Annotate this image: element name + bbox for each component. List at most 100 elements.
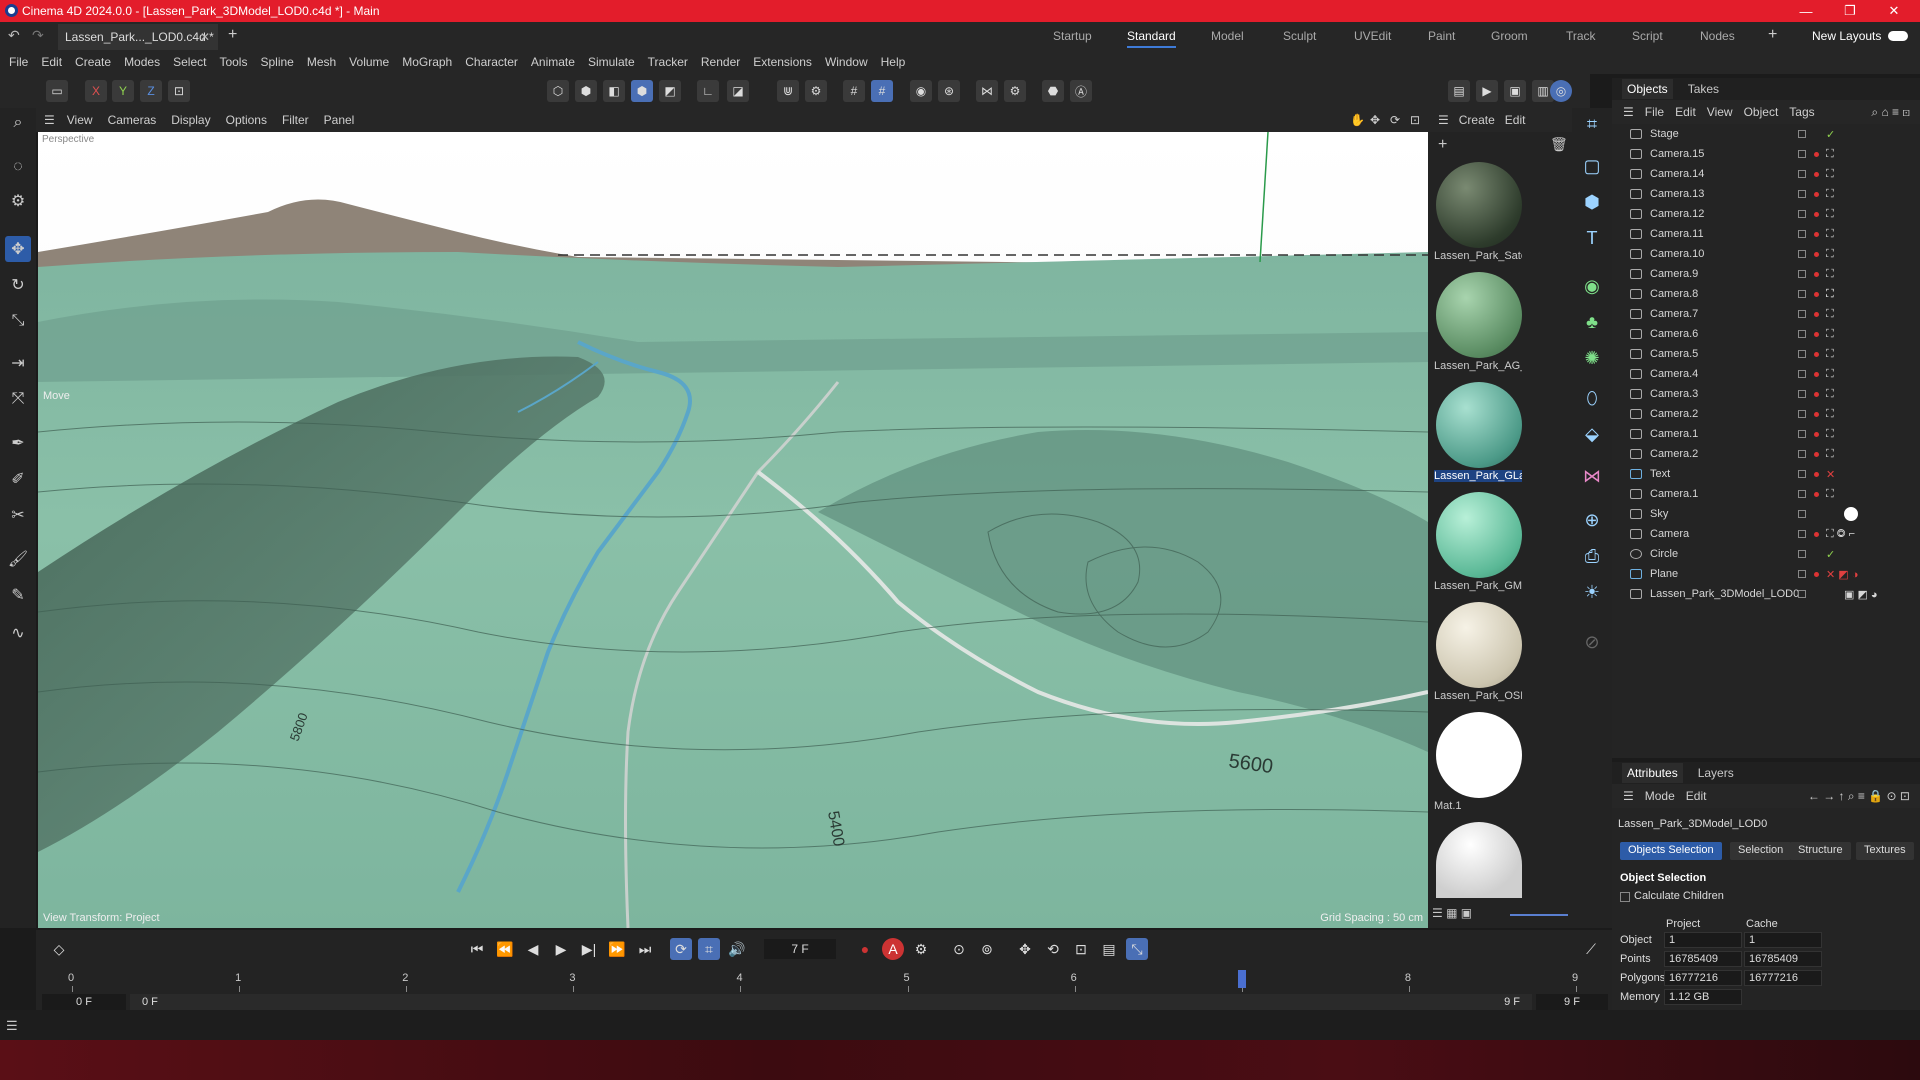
viewport-menu-icon[interactable]: ☰ <box>44 113 55 127</box>
timeline-curve-icon[interactable]: ⟋ <box>1580 938 1602 960</box>
lock-icon[interactable]: ⬣ <box>1042 80 1064 102</box>
move-tool-icon[interactable]: ✥ <box>5 236 31 262</box>
redo-icon[interactable]: ↷ <box>32 27 44 44</box>
check-icon[interactable]: ✓ <box>1826 128 1835 141</box>
maximize-button[interactable]: ❐ <box>1830 0 1870 22</box>
status-menu-icon[interactable]: ☰ <box>6 1018 18 1034</box>
object-row[interactable]: Circle ✓ <box>1612 544 1920 564</box>
pan-icon[interactable]: ✋ <box>1350 113 1365 127</box>
object-row[interactable]: Camera.10 ⛶ <box>1612 244 1920 264</box>
object-row[interactable]: Camera.14 ⛶ <box>1612 164 1920 184</box>
edges-mode-icon[interactable]: ⬢ <box>575 80 597 102</box>
layout-groom[interactable]: Groom <box>1491 29 1528 43</box>
menu-tools[interactable]: Tools <box>219 55 247 69</box>
object-row[interactable]: Plane ✕ ◩ ◑ <box>1612 564 1920 584</box>
axis-mode-icon[interactable]: ∟ <box>697 80 719 102</box>
menu-mograph[interactable]: MoGraph <box>402 55 452 69</box>
object-row[interactable]: Camera.6 ⛶ <box>1612 324 1920 344</box>
camera-tag-icon[interactable]: ⛶ <box>1826 488 1834 501</box>
object-row[interactable]: Sky <box>1612 504 1920 524</box>
close-button[interactable]: ✕ <box>1874 0 1914 22</box>
camera-tag-icon[interactable]: ⛶ <box>1826 348 1834 361</box>
render-settings-icon[interactable]: ⊛ <box>938 80 960 102</box>
layout-track[interactable]: Track <box>1566 29 1596 43</box>
z-axis-lock[interactable]: Z <box>140 80 162 102</box>
menu-modes[interactable]: Modes <box>124 55 160 69</box>
layout-model[interactable]: Model <box>1211 29 1244 43</box>
viewport-menu-options[interactable]: Options <box>226 113 267 127</box>
material-menu-create[interactable]: Create <box>1459 113 1495 127</box>
menu-create[interactable]: Create <box>75 55 111 69</box>
camera-tag-icon[interactable]: ⛶ <box>1826 248 1834 261</box>
tab-objects[interactable]: Objects <box>1622 79 1673 99</box>
calculate-children-checkbox[interactable] <box>1620 892 1630 902</box>
model-mode-icon[interactable]: ▭ <box>46 80 68 102</box>
object-row[interactable]: Camera.13 ⛶ <box>1612 184 1920 204</box>
object-menu-edit[interactable]: Edit <box>1675 105 1696 119</box>
playhead[interactable] <box>1237 970 1246 988</box>
sky-material-tag[interactable] <box>1844 507 1858 521</box>
spline-pen-icon[interactable]: ✒ <box>5 430 31 456</box>
live-selection-icon[interactable]: ◌ <box>5 154 31 180</box>
coordinate-system-icon[interactable]: ⊡ <box>168 80 190 102</box>
search-icon[interactable]: ⌕ <box>5 110 31 136</box>
layout-nodes[interactable]: Nodes <box>1700 29 1735 43</box>
spline-icon[interactable]: ⋈ <box>1578 462 1606 490</box>
x-axis-lock[interactable]: X <box>85 80 107 102</box>
camera-tag-icon[interactable]: ⛶ <box>1826 328 1834 341</box>
quantize-icon[interactable]: # <box>871 80 893 102</box>
menu-help[interactable]: Help <box>881 55 906 69</box>
viewport-menu-view[interactable]: View <box>67 113 93 127</box>
snap-icon[interactable]: ⋓ <box>777 80 799 102</box>
camera-tag-icon[interactable]: ⛶ <box>1826 268 1834 281</box>
layout-paint[interactable]: Paint <box>1428 29 1455 43</box>
maximize-view-icon[interactable]: ⊡ <box>1410 113 1420 127</box>
camera-tag-icon[interactable]: ⛶ <box>1826 308 1834 321</box>
cube-icon[interactable]: ▢ <box>1578 152 1606 180</box>
menu-character[interactable]: Character <box>465 55 518 69</box>
end-frame-field[interactable]: 9 F <box>1536 994 1608 1010</box>
preview-range-bar[interactable]: 0 F 9 F <box>130 994 1532 1010</box>
object-mode-icon[interactable]: ⬢ <box>631 80 653 102</box>
render-to-picture-viewer-icon[interactable]: ▣ <box>1504 80 1526 102</box>
camera-tag-icon[interactable]: ⛶ <box>1826 228 1834 241</box>
interactive-render-region-icon[interactable]: ◎ <box>1550 80 1572 102</box>
pen-tool-icon[interactable]: ✎ <box>5 582 31 608</box>
scene-camera-icon[interactable]: ⎙ <box>1578 542 1606 570</box>
viewport-solo-icon[interactable]: ◪ <box>727 80 749 102</box>
attribute-nav-icons[interactable]: ← → ↑ ⌕ ≡ 🔒 ⊙ ⊡ <box>1808 789 1910 804</box>
auto-key-icon[interactable]: Ⓐ <box>1070 80 1092 102</box>
undo-icon[interactable]: ↶ <box>8 27 20 44</box>
menu-render[interactable]: Render <box>701 55 740 69</box>
points-mode-icon[interactable]: ⬡ <box>547 80 569 102</box>
disabled-x-icon[interactable]: ✕ <box>1826 468 1835 481</box>
symmetry-icon[interactable]: ⋈ <box>976 80 998 102</box>
material-zoom-slider[interactable] <box>1510 914 1568 916</box>
material-item[interactable]: Lassen_Park_GMa <box>1434 492 1522 592</box>
object-row[interactable]: Stage ✓ <box>1612 124 1920 144</box>
texture-tags[interactable]: ▣ ◩ ◕ <box>1844 588 1878 601</box>
object-row[interactable]: Camera.9 ⛶ <box>1612 264 1920 284</box>
spline-smooth-icon[interactable]: ✐ <box>5 466 31 492</box>
layout-standard[interactable]: Standard <box>1127 29 1176 48</box>
y-axis-lock[interactable]: Y <box>112 80 134 102</box>
light-icon[interactable]: ☀ <box>1578 578 1606 606</box>
object-row[interactable]: Camera.7 ⛶ <box>1612 304 1920 324</box>
object-row[interactable]: Camera ⛶ ◎ ⌐ <box>1612 524 1920 544</box>
object-row[interactable]: Camera.2 ⛶ <box>1612 404 1920 424</box>
layout-uvedit[interactable]: UVEdit <box>1354 29 1391 43</box>
subtab-structure[interactable]: Structure <box>1790 842 1851 860</box>
layout-startup[interactable]: Startup <box>1053 29 1092 43</box>
viewport-menu-filter[interactable]: Filter <box>282 113 309 127</box>
close-tab-icon[interactable]: ✕ <box>200 30 210 44</box>
new-layouts-toggle[interactable] <box>1888 31 1908 41</box>
generator-icon[interactable]: ◉ <box>1578 272 1606 300</box>
object-row[interactable]: Camera.1 ⛶ <box>1612 424 1920 444</box>
symmetry-settings-icon[interactable]: ⚙ <box>1004 80 1026 102</box>
render-region-icon[interactable]: ▤ <box>1448 80 1470 102</box>
attribute-menu-mode[interactable]: Mode <box>1645 789 1675 803</box>
object-row[interactable]: Camera.12 ⛶ <box>1612 204 1920 224</box>
object-row[interactable]: Camera.8 ⛶ <box>1612 284 1920 304</box>
object-row[interactable]: Camera.4 ⛶ <box>1612 364 1920 384</box>
object-row[interactable]: Text ✕ <box>1612 464 1920 484</box>
